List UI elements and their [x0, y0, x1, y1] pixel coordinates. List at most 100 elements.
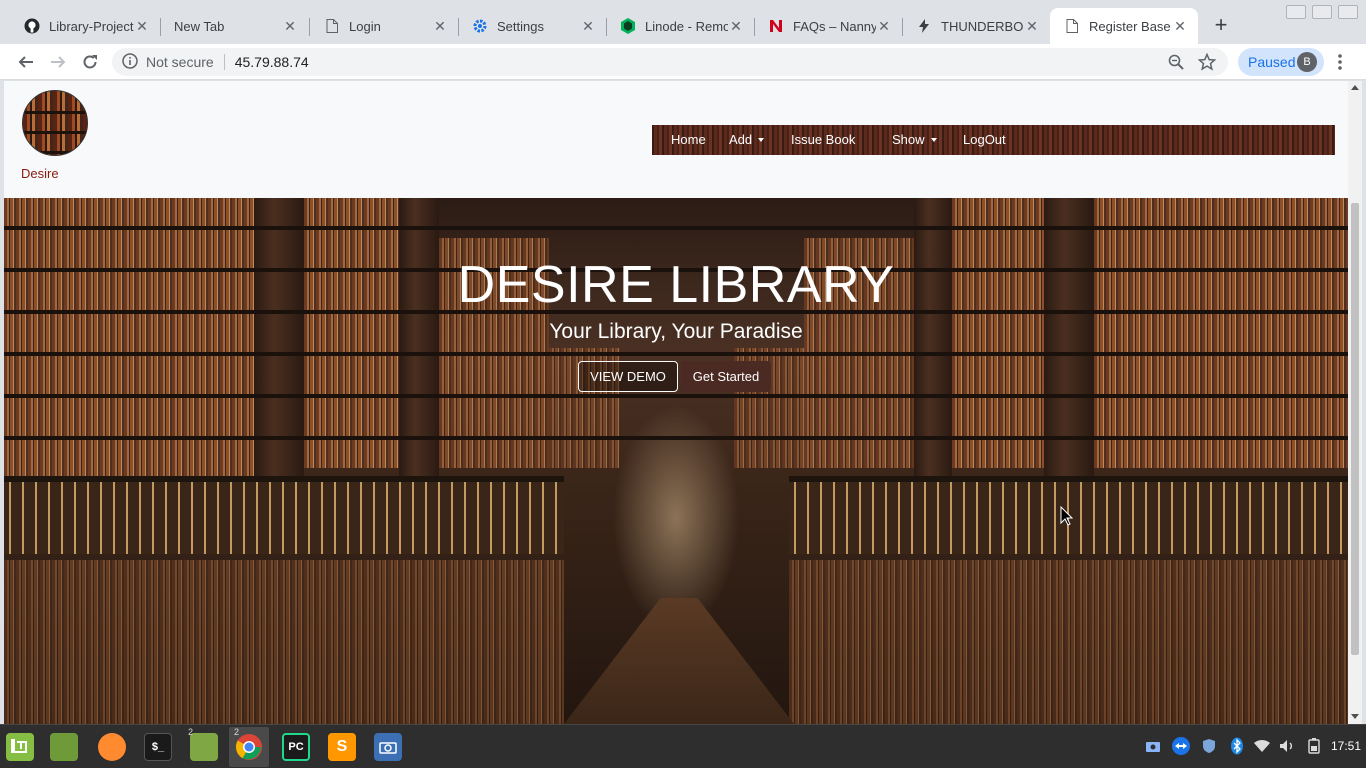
forward-button[interactable]: [46, 50, 70, 74]
new-tab-button[interactable]: +: [1209, 14, 1233, 38]
files-icon[interactable]: [50, 733, 78, 761]
close-icon[interactable]: ✕: [432, 18, 448, 34]
avatar: B: [1297, 52, 1317, 72]
forward-arrow-icon: [51, 56, 66, 68]
pillar-illustration: [1044, 198, 1094, 498]
folder-icon[interactable]: [190, 733, 218, 761]
page-scrollbar[interactable]: [1348, 81, 1362, 724]
camera-tray-icon[interactable]: [1144, 737, 1162, 755]
lower-shelves-illustration: [789, 560, 1348, 724]
main-navbar: Home Add Issue Book Show LogOut: [652, 125, 1335, 155]
address-bar[interactable]: Not secure 45.79.88.74: [112, 48, 1228, 76]
close-window-button[interactable]: [1338, 5, 1358, 19]
n-logo-icon: [768, 18, 784, 34]
brand-name[interactable]: Desire: [21, 166, 59, 181]
web-page: Desire Home Add Issue Book Show LogOut D…: [4, 81, 1348, 724]
chrome-window-count: 2: [234, 727, 240, 737]
close-icon[interactable]: ✕: [282, 18, 298, 34]
close-icon[interactable]: ✕: [1024, 18, 1040, 34]
tab-title: Linode - Remote: [645, 18, 728, 34]
tab-title: Library-Project: [49, 18, 134, 34]
close-icon[interactable]: ✕: [134, 18, 150, 34]
tab-title: Settings: [497, 18, 544, 34]
shelf-band: [4, 436, 1348, 440]
battery-icon[interactable]: [1305, 737, 1323, 755]
tab-faqs[interactable]: FAQs – Nanny S ✕: [754, 8, 902, 44]
mouse-cursor-icon: [1060, 506, 1074, 526]
profile-button[interactable]: Paused B: [1238, 48, 1324, 76]
more-vert-icon: [1338, 54, 1342, 70]
tab-register-base[interactable]: Register Base ✕: [1050, 8, 1198, 44]
pycharm-icon[interactable]: PC: [282, 733, 310, 761]
nav-add-label: Add: [729, 132, 753, 147]
linode-icon: [620, 18, 636, 34]
url-text[interactable]: 45.79.88.74: [235, 54, 309, 70]
tab-title: New Tab: [174, 18, 225, 34]
nav-issue-book[interactable]: Issue Book: [791, 132, 855, 147]
screenshot-icon[interactable]: [374, 733, 402, 761]
tab-thunderbolt[interactable]: THUNDERBOLT ✕: [902, 8, 1050, 44]
caret-down-icon: [758, 138, 765, 142]
star-icon[interactable]: [1197, 52, 1217, 74]
shield-tray-icon[interactable]: [1200, 737, 1218, 755]
teamviewer-tray-icon[interactable]: [1170, 737, 1192, 755]
hero-subtitle: Your Library, Your Paradise: [549, 320, 803, 343]
firefox-icon[interactable]: [98, 733, 126, 761]
wifi-icon[interactable]: [1253, 737, 1271, 755]
close-icon[interactable]: ✕: [876, 18, 892, 34]
tab-new-tab[interactable]: New Tab ✕: [160, 8, 308, 44]
floor-illustration: [564, 598, 794, 724]
tab-settings[interactable]: Settings ✕: [458, 8, 606, 44]
gear-icon: [472, 18, 488, 34]
volume-icon[interactable]: [1278, 737, 1296, 755]
back-arrow-icon: [18, 56, 33, 68]
omnibox-divider: [223, 54, 225, 70]
page-icon: [324, 18, 340, 34]
os-taskbar: $_ 2 2 PC S 17:51: [0, 724, 1366, 768]
mint-menu-icon[interactable]: [6, 733, 34, 761]
security-label: Not secure: [146, 54, 214, 70]
minimize-window-button[interactable]: [1286, 5, 1306, 19]
reload-icon: [83, 55, 97, 69]
nav-add-dropdown[interactable]: Add: [729, 132, 765, 147]
sublime-icon[interactable]: S: [328, 733, 356, 761]
caret-down-icon: [930, 138, 937, 142]
tab-library-project[interactable]: Library-Project ✕: [10, 8, 160, 44]
tab-title: THUNDERBOLT: [941, 18, 1024, 34]
shelf-band: [4, 352, 1348, 356]
site-logo[interactable]: [22, 90, 88, 156]
view-demo-button[interactable]: VIEW DEMO: [578, 361, 678, 392]
pillar-illustration: [254, 198, 304, 498]
tab-linode[interactable]: Linode - Remote ✕: [606, 8, 754, 44]
close-icon[interactable]: ✕: [580, 18, 596, 34]
bolt-icon: [916, 18, 932, 34]
lower-shelves-illustration: [4, 560, 564, 724]
tab-title: Login: [349, 18, 381, 34]
scroll-up-icon[interactable]: [1351, 85, 1359, 90]
nav-logout[interactable]: LogOut: [963, 132, 1006, 147]
menu-button[interactable]: [1328, 50, 1352, 74]
tab-strip: Library-Project ✕ New Tab ✕ Login ✕ Sett…: [0, 0, 1366, 44]
page-icon: [1064, 18, 1080, 34]
maximize-window-button[interactable]: [1312, 5, 1332, 19]
back-button[interactable]: [14, 50, 38, 74]
info-icon[interactable]: [122, 52, 138, 72]
browser-toolbar: Not secure 45.79.88.74 Paused B: [0, 44, 1366, 80]
get-started-button[interactable]: Get Started: [681, 361, 771, 392]
close-icon[interactable]: ✕: [728, 18, 744, 34]
scroll-down-icon[interactable]: [1351, 714, 1359, 719]
clock[interactable]: 17:51: [1331, 739, 1361, 753]
close-icon[interactable]: ✕: [1172, 18, 1188, 34]
tab-title: FAQs – Nanny S: [793, 18, 876, 34]
hero-section: DESIRE LIBRARY Your Library, Your Paradi…: [4, 198, 1348, 724]
zoom-icon[interactable]: [1168, 54, 1184, 73]
nav-show-dropdown[interactable]: Show: [892, 132, 937, 147]
terminal-icon[interactable]: $_: [144, 733, 172, 761]
folder-window-count: 2: [188, 727, 194, 737]
tab-login[interactable]: Login ✕: [310, 8, 458, 44]
nav-home[interactable]: Home: [671, 132, 706, 147]
reload-button[interactable]: [78, 50, 102, 74]
scrollbar-thumb[interactable]: [1351, 203, 1359, 655]
bluetooth-icon[interactable]: [1228, 737, 1246, 755]
nav-show-label: Show: [892, 132, 925, 147]
